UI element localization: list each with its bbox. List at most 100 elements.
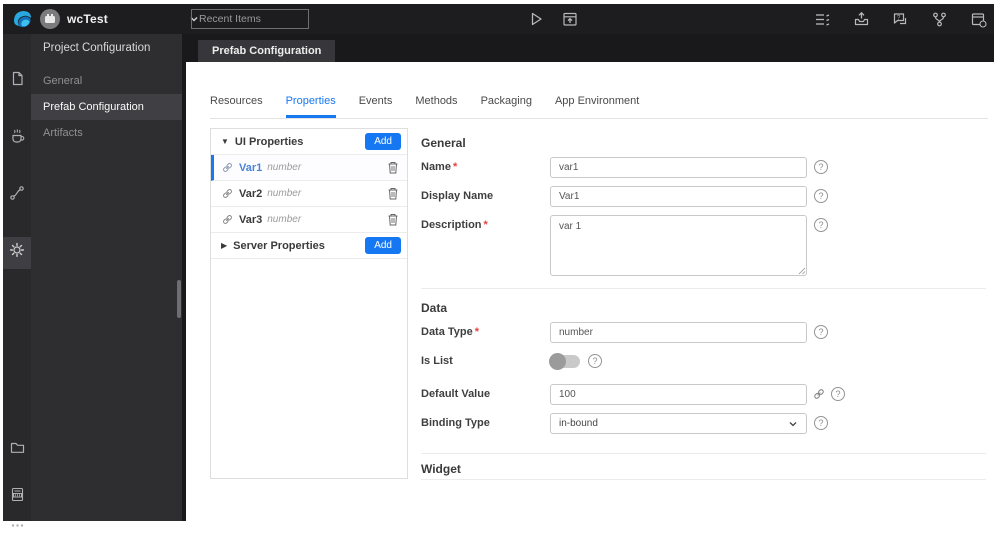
binding-type-label: Binding Type [421, 417, 490, 429]
group-title: Server Properties [233, 239, 325, 252]
description-label: Description * [421, 219, 488, 231]
data-type-label: Data Type * [421, 326, 480, 338]
preview-button[interactable] [561, 10, 579, 28]
property-item-var2[interactable]: Var2 number [211, 181, 407, 207]
default-value-label: Default Value [421, 388, 491, 400]
property-type: number [267, 162, 302, 173]
delete-var1-button[interactable] [387, 161, 399, 174]
rail-item-apis[interactable] [3, 178, 31, 208]
rail-item-file-explorer[interactable] [3, 432, 31, 462]
name-label: Name * [421, 161, 458, 173]
property-type: number [267, 214, 302, 225]
wavemaker-logo-icon [14, 11, 31, 28]
property-type: number [267, 188, 302, 199]
property-item-var3[interactable]: Var3 number [211, 207, 407, 233]
rail-item-files[interactable] [3, 63, 31, 93]
add-ui-property-button[interactable]: Add [365, 133, 401, 150]
link-icon [814, 389, 824, 399]
required-marker: * [452, 161, 458, 173]
help-icon[interactable]: ? [814, 325, 828, 339]
project-config-panel: Project Configuration General Prefab Con… [31, 34, 186, 521]
run-button[interactable] [527, 10, 545, 28]
panel-scrollbar-thumb[interactable] [177, 280, 181, 318]
section-divider [421, 453, 986, 454]
tab-packaging[interactable]: Packaging [481, 95, 532, 118]
server-properties-group-header[interactable]: ▶ Server Properties Add [211, 233, 407, 259]
rail-item-java-services[interactable] [3, 121, 31, 151]
page-tab-bar: Prefab Configuration [186, 34, 994, 62]
toggle-knob [549, 353, 566, 370]
add-server-property-button[interactable]: Add [365, 237, 401, 254]
export-button[interactable] [852, 10, 871, 29]
delete-var3-button[interactable] [387, 213, 399, 226]
rail-item-logs[interactable] [3, 479, 31, 509]
group-title: UI Properties [234, 135, 304, 148]
section-title-general: General [421, 136, 466, 150]
app-preview-icon [563, 12, 577, 26]
help-icon[interactable]: ? [814, 218, 828, 232]
feedback-button[interactable]: ? [891, 10, 910, 29]
rail-item-settings[interactable] [3, 235, 31, 265]
help-icon[interactable]: ? [814, 416, 828, 430]
trash-icon [388, 162, 398, 174]
description-textarea[interactable]: var 1 [550, 215, 807, 276]
page-tab-prefab-configuration[interactable]: Prefab Configuration [198, 40, 336, 62]
bind-default-value-button[interactable] [812, 387, 826, 401]
is-list-label: Is List [421, 355, 453, 367]
tab-methods[interactable]: Methods [415, 95, 457, 118]
help-icon[interactable]: ? [814, 160, 828, 174]
tab-properties[interactable]: Properties [285, 95, 336, 118]
content-area: Resources Properties Events Methods Pack… [186, 62, 994, 521]
app-window: wcTest Recent Items ? Project Configurat… [3, 4, 994, 527]
api-connector-icon [10, 186, 24, 200]
is-list-toggle[interactable] [549, 353, 580, 370]
caret-right-icon: ▶ [221, 241, 228, 250]
data-type-input[interactable] [550, 322, 807, 343]
prefab-avatar-icon [45, 14, 55, 23]
display-name-label: Display Name [421, 190, 494, 202]
sidebar-item-artifacts[interactable]: Artifacts [31, 120, 182, 146]
display-name-input[interactable] [550, 186, 807, 207]
rail-item-more[interactable] [3, 510, 31, 540]
more-icon [11, 523, 23, 527]
name-input[interactable] [550, 157, 807, 178]
gear-icon [9, 242, 25, 258]
default-value-input[interactable] [550, 384, 807, 405]
list-settings-icon [816, 13, 830, 26]
recent-items-input[interactable] [191, 9, 309, 29]
properties-list-panel: ▼ UI Properties Add Var1 number Var2 num… [210, 128, 408, 479]
export-icon [854, 11, 869, 25]
play-icon [531, 12, 542, 26]
help-icon[interactable]: ? [588, 354, 602, 368]
link-icon [223, 215, 232, 224]
caret-down-icon: ▼ [221, 137, 229, 146]
binding-type-select[interactable]: in-bound [550, 413, 807, 434]
property-name: Var3 [239, 213, 263, 226]
property-item-var1[interactable]: Var1 number [211, 155, 407, 181]
icon-rail [3, 34, 31, 527]
trash-icon [388, 188, 398, 200]
wavemaker-logo[interactable] [10, 7, 34, 31]
help-icon[interactable]: ? [814, 189, 828, 203]
sidebar-item-prefab-configuration[interactable]: Prefab Configuration [31, 94, 182, 120]
fork-button[interactable] [930, 10, 949, 29]
log-file-icon [11, 487, 23, 501]
project-switcher[interactable]: wcTest [40, 4, 201, 34]
help-icon[interactable]: ? [831, 387, 845, 401]
sidebar-item-general[interactable]: General [31, 68, 182, 94]
delete-var2-button[interactable] [387, 187, 399, 200]
tab-bar: Resources Properties Events Methods Pack… [210, 95, 988, 119]
property-name: Var1 [239, 161, 263, 174]
ui-properties-group-header[interactable]: ▼ UI Properties Add [211, 129, 407, 155]
tab-app-environment[interactable]: App Environment [555, 95, 639, 118]
file-icon [12, 71, 23, 85]
tab-resources[interactable]: Resources [210, 95, 263, 118]
config-list-button[interactable] [813, 10, 832, 29]
fork-icon [933, 12, 946, 26]
java-services-icon [12, 129, 25, 143]
link-icon [223, 163, 232, 172]
tab-events[interactable]: Events [359, 95, 393, 118]
switch-project-button[interactable] [969, 10, 988, 29]
project-avatar [40, 9, 60, 29]
section-title-data: Data [421, 301, 448, 315]
